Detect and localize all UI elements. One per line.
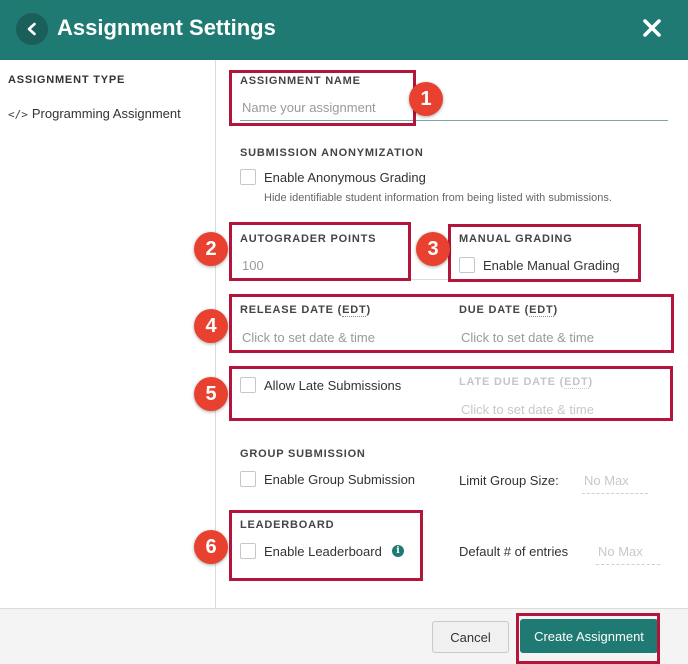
default-entries-label: Default # of entries — [459, 544, 569, 559]
cancel-button[interactable]: Cancel — [432, 621, 509, 653]
annotation-box-6 — [229, 510, 423, 581]
annotation-badge-3: 3 — [416, 232, 450, 266]
annotation-box-1 — [229, 70, 416, 126]
group-submission-label: GROUP SUBMISSION — [240, 448, 366, 460]
modal-title: Assignment Settings — [57, 15, 276, 40]
annotation-box-2 — [229, 222, 411, 281]
sidebar-item-label: Programming Assignment — [31, 106, 181, 121]
anonymization-label: SUBMISSION ANONYMIZATION — [240, 147, 424, 159]
default-entries-underline — [596, 563, 660, 565]
limit-group-size-underline — [582, 492, 648, 494]
sidebar: ASSIGNMENT TYPE </> Programming Assignmen… — [0, 60, 216, 608]
default-entries-input[interactable]: No Max — [598, 544, 643, 559]
annotation-badge-1: 1 — [409, 82, 443, 116]
modal-header: Assignment Settings — [0, 0, 688, 60]
annotation-badge-2: 2 — [194, 232, 228, 266]
annotation-box-create — [516, 613, 660, 664]
group-submission-checkbox[interactable] — [240, 471, 256, 487]
anonymous-grading-checkbox[interactable] — [240, 169, 256, 185]
anonymous-grading-help: Hide identifiable student information fr… — [264, 192, 612, 204]
annotation-box-4 — [229, 294, 674, 353]
sidebar-heading: ASSIGNMENT TYPE — [8, 74, 126, 86]
sidebar-item-programming-assignment[interactable]: </> Programming Assignment — [8, 106, 181, 121]
annotation-box-5 — [229, 366, 673, 421]
annotation-badge-5: 5 — [194, 377, 228, 411]
annotation-badge-6: 6 — [194, 530, 228, 564]
annotation-badge-4: 4 — [194, 309, 228, 343]
limit-group-size-input[interactable]: No Max — [584, 473, 629, 488]
anonymous-grading-label: Enable Anonymous Grading — [264, 170, 426, 185]
back-button[interactable] — [16, 13, 48, 45]
close-x-icon — [643, 19, 661, 37]
limit-group-size-label: Limit Group Size: — [459, 473, 559, 488]
chevron-left-icon — [27, 22, 36, 36]
group-submission-checkbox-label: Enable Group Submission — [264, 472, 416, 487]
code-icon: </> — [8, 108, 28, 121]
close-button[interactable] — [640, 16, 664, 40]
annotation-box-3 — [448, 224, 641, 282]
